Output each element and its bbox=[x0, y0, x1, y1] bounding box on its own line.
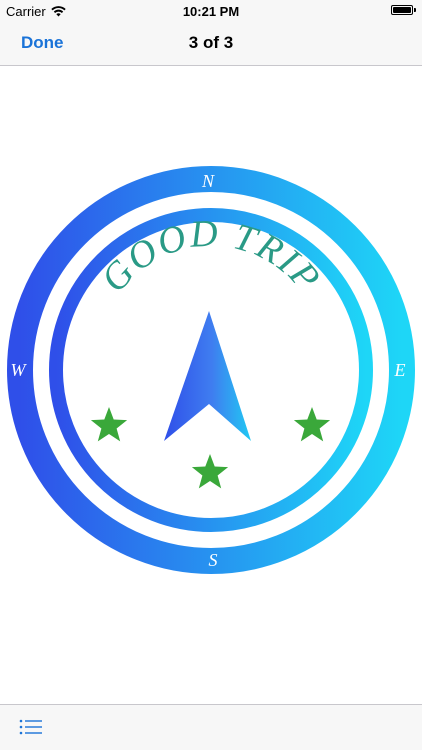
clock: 10:21 PM bbox=[182, 4, 240, 19]
good-trip-logo: N S W E GOOD TRIP bbox=[7, 166, 415, 574]
star-icon bbox=[293, 407, 331, 442]
list-icon[interactable] bbox=[19, 719, 43, 737]
navigation-bar: Done 3 of 3 bbox=[0, 22, 422, 66]
compass-north: N bbox=[201, 171, 215, 191]
compass-east: E bbox=[394, 360, 406, 380]
logo-heading: GOOD TRIP bbox=[93, 212, 329, 300]
status-bar: Carrier 10:21 PM bbox=[0, 0, 422, 22]
bottom-toolbar bbox=[0, 704, 422, 750]
stars-group bbox=[90, 407, 331, 489]
battery-icon bbox=[391, 5, 416, 15]
done-button[interactable]: Done bbox=[21, 33, 64, 53]
logo-heading-path: GOOD TRIP bbox=[93, 212, 327, 300]
compass-west: W bbox=[11, 360, 28, 380]
compass-needle-icon bbox=[164, 311, 251, 441]
compass-south: S bbox=[209, 550, 218, 570]
star-icon bbox=[90, 407, 128, 442]
star-icon bbox=[191, 454, 229, 489]
image-viewer: N S W E GOOD TRIP bbox=[0, 66, 422, 703]
